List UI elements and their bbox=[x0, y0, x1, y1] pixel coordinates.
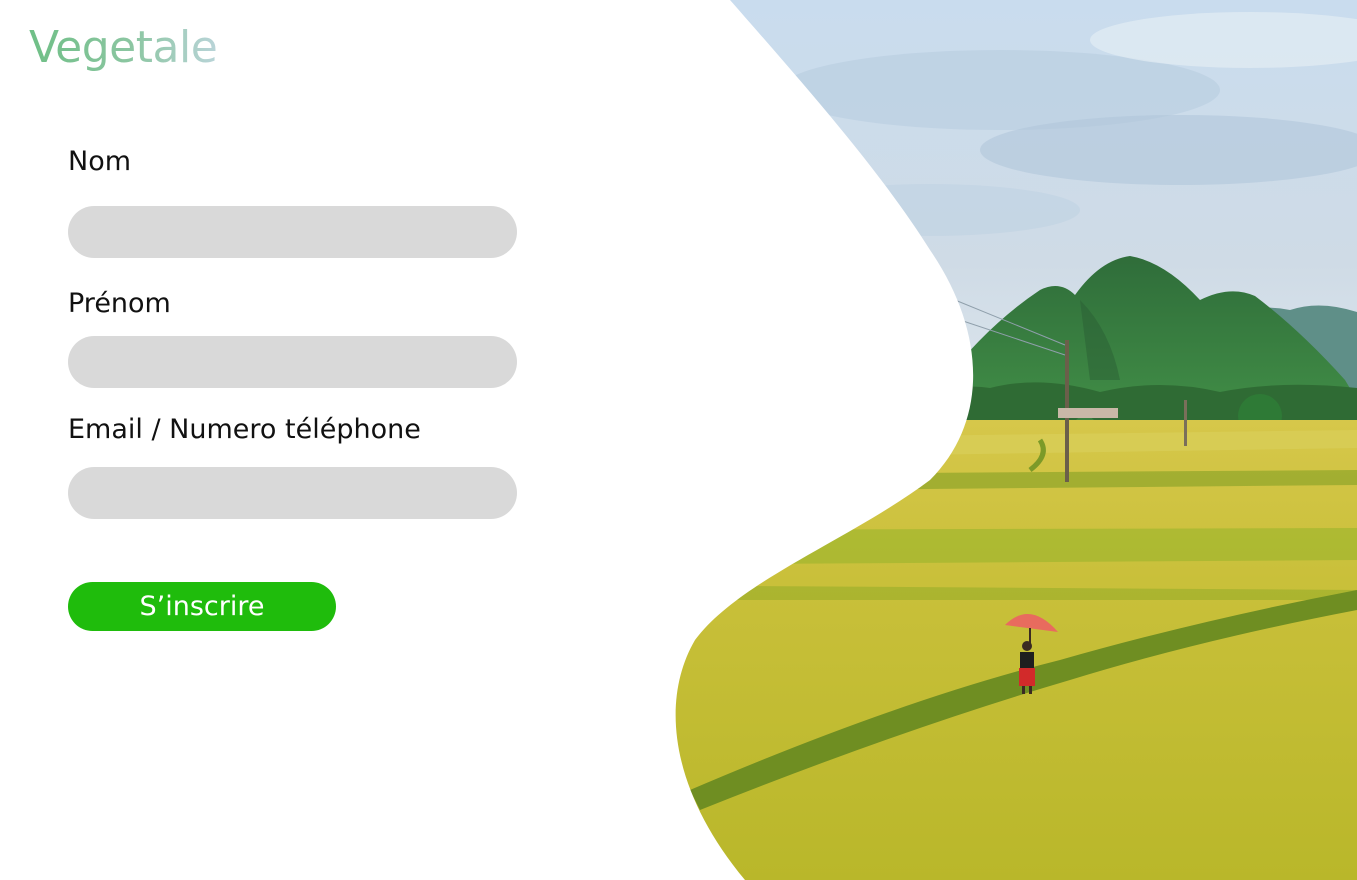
first-name-label: Prénom bbox=[68, 288, 171, 319]
first-name-input[interactable] bbox=[68, 336, 517, 388]
last-name-label: Nom bbox=[68, 146, 132, 177]
signup-button[interactable]: S’inscrire bbox=[68, 582, 336, 631]
last-name-input[interactable] bbox=[68, 206, 517, 258]
email-phone-label: Email / Numero téléphone bbox=[68, 414, 421, 445]
signup-page: Vegetale Nom Prénom Email / Numero télép… bbox=[0, 0, 1357, 880]
email-phone-input[interactable] bbox=[68, 467, 517, 519]
brand-logo: Vegetale bbox=[29, 22, 218, 73]
